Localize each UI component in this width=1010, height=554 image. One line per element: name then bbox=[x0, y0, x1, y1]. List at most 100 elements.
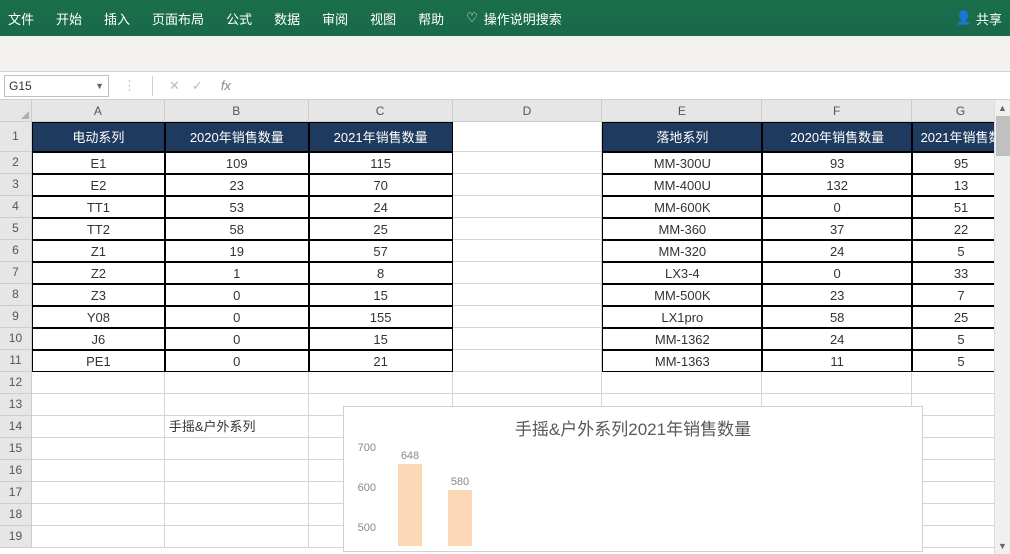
cell-E3[interactable]: MM-400U bbox=[602, 174, 762, 196]
row-header-13[interactable]: 13 bbox=[0, 394, 32, 416]
row-header-19[interactable]: 19 bbox=[0, 526, 32, 548]
scroll-thumb[interactable] bbox=[996, 116, 1010, 156]
col-header-E[interactable]: E bbox=[602, 100, 762, 121]
cell-D5[interactable] bbox=[453, 218, 603, 240]
cell-E7[interactable]: LX3-4 bbox=[602, 262, 762, 284]
tab-home[interactable]: 开始 bbox=[56, 9, 82, 28]
row-header-1[interactable]: 1 bbox=[0, 122, 32, 152]
cell-C1[interactable]: 2021年销售数量 bbox=[309, 122, 453, 152]
cell-A2[interactable]: E1 bbox=[32, 152, 165, 174]
col-header-D[interactable]: D bbox=[453, 100, 603, 121]
col-header-C[interactable]: C bbox=[309, 100, 453, 121]
row-header-3[interactable]: 3 bbox=[0, 174, 32, 196]
row-header-5[interactable]: 5 bbox=[0, 218, 32, 240]
share-button[interactable]: 👤 共享 bbox=[956, 9, 1002, 28]
cell-D7[interactable] bbox=[453, 262, 603, 284]
scroll-up-icon[interactable]: ▲ bbox=[995, 100, 1010, 116]
cell-A19[interactable] bbox=[32, 526, 165, 548]
cell-E10[interactable]: MM-1362 bbox=[602, 328, 762, 350]
cell-A9[interactable]: Y08 bbox=[32, 306, 165, 328]
cell-D12[interactable] bbox=[453, 372, 603, 394]
cell-E5[interactable]: MM-360 bbox=[602, 218, 762, 240]
scroll-down-icon[interactable]: ▼ bbox=[995, 538, 1010, 554]
cell-F2[interactable]: 93 bbox=[762, 152, 912, 174]
cell-A16[interactable] bbox=[32, 460, 165, 482]
tab-file[interactable]: 文件 bbox=[8, 9, 34, 28]
cell-C4[interactable]: 24 bbox=[309, 196, 453, 218]
cell-A15[interactable] bbox=[32, 438, 165, 460]
cell-B1[interactable]: 2020年销售数量 bbox=[165, 122, 309, 152]
tab-view[interactable]: 视图 bbox=[370, 9, 396, 28]
cell-D4[interactable] bbox=[453, 196, 603, 218]
cell-B10[interactable]: 0 bbox=[165, 328, 309, 350]
cell-B8[interactable]: 0 bbox=[165, 284, 309, 306]
cell-F1[interactable]: 2020年销售数量 bbox=[762, 122, 912, 152]
cell-F9[interactable]: 58 bbox=[762, 306, 912, 328]
select-all-corner[interactable] bbox=[0, 100, 32, 121]
cell-D10[interactable] bbox=[453, 328, 603, 350]
cell-F5[interactable]: 37 bbox=[762, 218, 912, 240]
cell-A8[interactable]: Z3 bbox=[32, 284, 165, 306]
cell-F8[interactable]: 23 bbox=[762, 284, 912, 306]
cell-E8[interactable]: MM-500K bbox=[602, 284, 762, 306]
cell-F10[interactable]: 24 bbox=[762, 328, 912, 350]
row-header-2[interactable]: 2 bbox=[0, 152, 32, 174]
cell-B3[interactable]: 23 bbox=[165, 174, 309, 196]
col-header-F[interactable]: F bbox=[762, 100, 912, 121]
cell-B5[interactable]: 58 bbox=[165, 218, 309, 240]
fx-icon[interactable]: fx bbox=[221, 78, 231, 93]
cell-B4[interactable]: 53 bbox=[165, 196, 309, 218]
tab-insert[interactable]: 插入 bbox=[104, 9, 130, 28]
cell-D1[interactable] bbox=[453, 122, 603, 152]
cell-E9[interactable]: LX1pro bbox=[602, 306, 762, 328]
cell-E12[interactable] bbox=[602, 372, 762, 394]
cell-A12[interactable] bbox=[32, 372, 165, 394]
row-header-15[interactable]: 15 bbox=[0, 438, 32, 460]
row-header-16[interactable]: 16 bbox=[0, 460, 32, 482]
cell-F3[interactable]: 132 bbox=[762, 174, 912, 196]
cell-C10[interactable]: 15 bbox=[309, 328, 453, 350]
cell-B14[interactable]: 手摇&户外系列 bbox=[165, 416, 309, 438]
cell-F4[interactable]: 0 bbox=[762, 196, 912, 218]
cell-D11[interactable] bbox=[453, 350, 603, 372]
col-header-A[interactable]: A bbox=[32, 100, 165, 121]
cell-D8[interactable] bbox=[453, 284, 603, 306]
row-header-14[interactable]: 14 bbox=[0, 416, 32, 438]
cell-F7[interactable]: 0 bbox=[762, 262, 912, 284]
cell-F12[interactable] bbox=[762, 372, 912, 394]
tab-formulas[interactable]: 公式 bbox=[226, 9, 252, 28]
cell-B17[interactable] bbox=[165, 482, 309, 504]
row-header-6[interactable]: 6 bbox=[0, 240, 32, 262]
row-header-18[interactable]: 18 bbox=[0, 504, 32, 526]
cell-E11[interactable]: MM-1363 bbox=[602, 350, 762, 372]
cell-A3[interactable]: E2 bbox=[32, 174, 165, 196]
cell-B2[interactable]: 109 bbox=[165, 152, 309, 174]
cancel-icon[interactable]: ✕ bbox=[169, 78, 180, 94]
cell-B19[interactable] bbox=[165, 526, 309, 548]
cell-B11[interactable]: 0 bbox=[165, 350, 309, 372]
cell-F6[interactable]: 24 bbox=[762, 240, 912, 262]
enter-icon[interactable]: ✓ bbox=[192, 78, 203, 94]
row-header-9[interactable]: 9 bbox=[0, 306, 32, 328]
row-header-7[interactable]: 7 bbox=[0, 262, 32, 284]
row-header-12[interactable]: 12 bbox=[0, 372, 32, 394]
cell-A1[interactable]: 电动系列 bbox=[32, 122, 165, 152]
col-header-B[interactable]: B bbox=[165, 100, 309, 121]
cell-E2[interactable]: MM-300U bbox=[602, 152, 762, 174]
embedded-chart[interactable]: 手摇&户外系列2021年销售数量 700 600 500 648 580 bbox=[343, 406, 923, 552]
row-header-11[interactable]: 11 bbox=[0, 350, 32, 372]
row-header-10[interactable]: 10 bbox=[0, 328, 32, 350]
cell-D2[interactable] bbox=[453, 152, 603, 174]
tell-me-search[interactable]: ♡ 操作说明搜索 bbox=[466, 9, 562, 28]
cell-A14[interactable] bbox=[32, 416, 165, 438]
cell-C12[interactable] bbox=[309, 372, 453, 394]
cell-C11[interactable]: 21 bbox=[309, 350, 453, 372]
row-header-8[interactable]: 8 bbox=[0, 284, 32, 306]
vertical-scrollbar[interactable]: ▲ ▼ bbox=[994, 100, 1010, 554]
cell-E1[interactable]: 落地系列 bbox=[602, 122, 762, 152]
tab-data[interactable]: 数据 bbox=[274, 9, 300, 28]
cell-A5[interactable]: TT2 bbox=[32, 218, 165, 240]
cell-B12[interactable] bbox=[165, 372, 309, 394]
cell-C3[interactable]: 70 bbox=[309, 174, 453, 196]
row-header-17[interactable]: 17 bbox=[0, 482, 32, 504]
